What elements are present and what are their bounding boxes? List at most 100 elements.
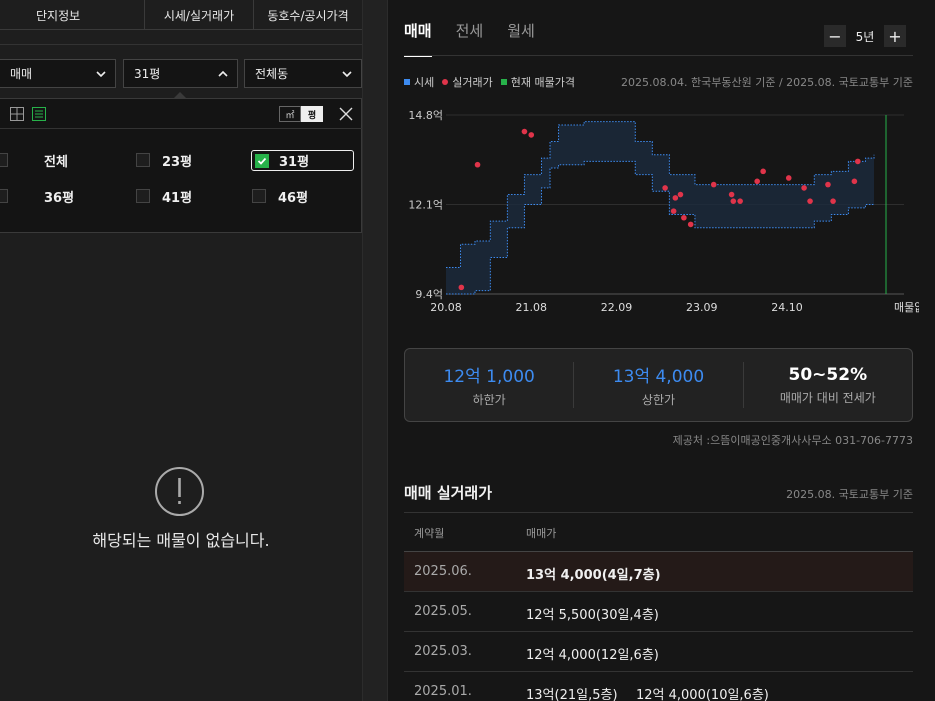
- chevron-down-icon: [342, 70, 352, 77]
- price-summary-card: 12억 1,000 하한가 13억 4,000 상한가 50~52% 매매가 대…: [404, 348, 913, 422]
- legend-label: 실거래가: [452, 76, 493, 89]
- chevron-up-icon: [218, 70, 228, 77]
- tab-unit-public-price[interactable]: 동호수/공시가격: [254, 0, 362, 30]
- tab-complex-info[interactable]: 단지정보: [0, 0, 145, 30]
- tab-jeonse[interactable]: 전세: [456, 20, 484, 57]
- divider-line: [0, 44, 362, 45]
- area-label: 23평: [162, 154, 193, 170]
- row-price-2: 12억 4,000(10일,6층): [636, 688, 769, 701]
- chart-legend: 시세 실거래가 현재 매물가격: [404, 74, 583, 90]
- transaction-point: [737, 198, 743, 204]
- empty-listing-message: 해당되는 매물이 없습니다.: [92, 531, 270, 550]
- grid-view-icon[interactable]: [10, 107, 24, 121]
- tab-monthly-rent[interactable]: 월세: [507, 20, 535, 57]
- row-price: 12억 4,000(12일,6층): [526, 648, 659, 663]
- summary-label: 하한가: [472, 393, 506, 407]
- transaction-point: [677, 191, 684, 198]
- period-value: 5년: [855, 29, 875, 44]
- y-tick-label: 12.1억: [408, 199, 443, 212]
- transaction-point: [855, 158, 861, 165]
- dong-dropdown[interactable]: 전체동: [244, 59, 362, 88]
- period-stepper: − 5년 +: [824, 25, 906, 47]
- x-tick-label: 22.09: [601, 301, 633, 314]
- area-option-31[interactable]: 31평: [251, 150, 354, 171]
- row-date: 2025.01.: [414, 684, 472, 699]
- trade-type-dropdown[interactable]: 매매: [0, 59, 116, 88]
- tab-underline-track: [404, 55, 913, 56]
- table-row[interactable]: 2025.06. 13억 4,000(4일,7층): [404, 552, 913, 592]
- row-date: 2025.05.: [414, 604, 472, 619]
- table-row[interactable]: 2025.03. 12억 4,000(12일,6층): [404, 632, 913, 672]
- legend-label: 현재 매물가격: [510, 76, 575, 89]
- transaction-point: [672, 195, 679, 201]
- transaction-point: [825, 181, 831, 188]
- transaction-point: [785, 175, 792, 181]
- transaction-point: [710, 181, 717, 188]
- price-chart: 9.4억 12.1억 14.8억 20.08 21.08 22.09 23.09 24.10 매…: [408, 109, 919, 314]
- left-panel: 단지정보 시세/실거래가 동호수/공시가격 매매 31평 전체동 ㎡ 평 전체 …: [0, 0, 362, 701]
- unit-pyeong-button[interactable]: 평: [301, 106, 323, 122]
- header-sale-price: 매매가: [526, 527, 557, 540]
- transactions-title: 매매 실거래가: [404, 484, 493, 502]
- area-option-36[interactable]: 36평: [0, 185, 74, 207]
- area-option-all[interactable]: 전체: [0, 149, 68, 171]
- transaction-point: [687, 221, 694, 228]
- unit-m2-button[interactable]: ㎡: [279, 106, 301, 122]
- area-label: 전체: [44, 154, 68, 170]
- checkbox[interactable]: [0, 189, 8, 203]
- checkbox[interactable]: [252, 189, 266, 203]
- area-option-46[interactable]: 46평: [252, 185, 308, 207]
- summary-lower: 12억 1,000 하한가: [405, 362, 575, 408]
- transaction-point: [760, 168, 766, 175]
- area-label: 31평: [279, 155, 310, 170]
- checkbox[interactable]: [136, 153, 150, 167]
- checkbox-checked[interactable]: [255, 153, 269, 168]
- period-increase-button[interactable]: +: [884, 25, 906, 47]
- checkbox[interactable]: [136, 189, 150, 203]
- summary-label: 상한가: [641, 393, 676, 407]
- x-end-label: 매물없음: [894, 301, 919, 314]
- trade-tabs: 매매 전세 월세: [404, 20, 559, 57]
- filter-toolbar: ㎡ 평: [0, 99, 362, 129]
- tab-sale[interactable]: 매매: [404, 20, 432, 57]
- area-dropdown[interactable]: 31평: [123, 59, 238, 88]
- provider-note: 제공처 :으뜸이매공인중개사사무소 031-706-7773: [672, 434, 913, 447]
- row-price: 13억(21일,5층): [526, 688, 618, 701]
- legend-item-market: 시세: [404, 74, 434, 90]
- x-tick-label: 20.08: [430, 301, 462, 314]
- x-tick-label: 24.10: [771, 301, 803, 314]
- panel-resize-handle[interactable]: [362, 0, 388, 701]
- complex-tabs: 단지정보 시세/실거래가 동호수/공시가격: [0, 0, 362, 30]
- transaction-point: [807, 198, 813, 204]
- area-label: 36평: [44, 190, 75, 206]
- area-value: 31평: [134, 67, 161, 81]
- summary-value: 50~52%: [788, 364, 868, 385]
- summary-upper: 13억 4,000 상한가: [574, 362, 744, 408]
- transaction-point: [730, 198, 737, 204]
- period-decrease-button[interactable]: −: [824, 25, 846, 47]
- tab-price-transactions[interactable]: 시세/실거래가: [145, 0, 254, 30]
- area-label: 46평: [278, 190, 309, 206]
- transaction-point: [754, 178, 760, 185]
- legend-swatch: [404, 79, 410, 85]
- chart-source-note: 2025.08.04. 한국부동산원 기준 / 2025.08. 국토교통부 기…: [621, 76, 913, 89]
- summary-value: 13억 4,000: [612, 367, 705, 387]
- market-price-band: [446, 121, 874, 294]
- table-row[interactable]: 2025.01. 13억(21일,5층) 12억 4,000(10일,6층): [404, 672, 913, 701]
- dong-value: 전체동: [255, 67, 289, 81]
- legend-item-listing: 현재 매물가격: [500, 74, 575, 90]
- area-option-23[interactable]: 23평: [136, 149, 192, 171]
- transaction-point: [521, 128, 528, 135]
- row-date: 2025.06.: [414, 564, 472, 579]
- area-option-41[interactable]: 41평: [136, 185, 192, 207]
- chevron-down-icon: [96, 70, 106, 77]
- close-icon[interactable]: [339, 107, 353, 121]
- y-tick-label: 9.4억: [415, 288, 443, 301]
- checkbox[interactable]: [0, 153, 8, 167]
- table-row[interactable]: 2025.05. 12억 5,500(30일,4층): [404, 592, 913, 632]
- summary-value: 12억 1,000: [443, 367, 535, 387]
- transaction-point: [474, 161, 481, 168]
- trade-type-value: 매매: [10, 67, 33, 81]
- list-view-icon[interactable]: [32, 107, 46, 121]
- transaction-point: [728, 191, 735, 198]
